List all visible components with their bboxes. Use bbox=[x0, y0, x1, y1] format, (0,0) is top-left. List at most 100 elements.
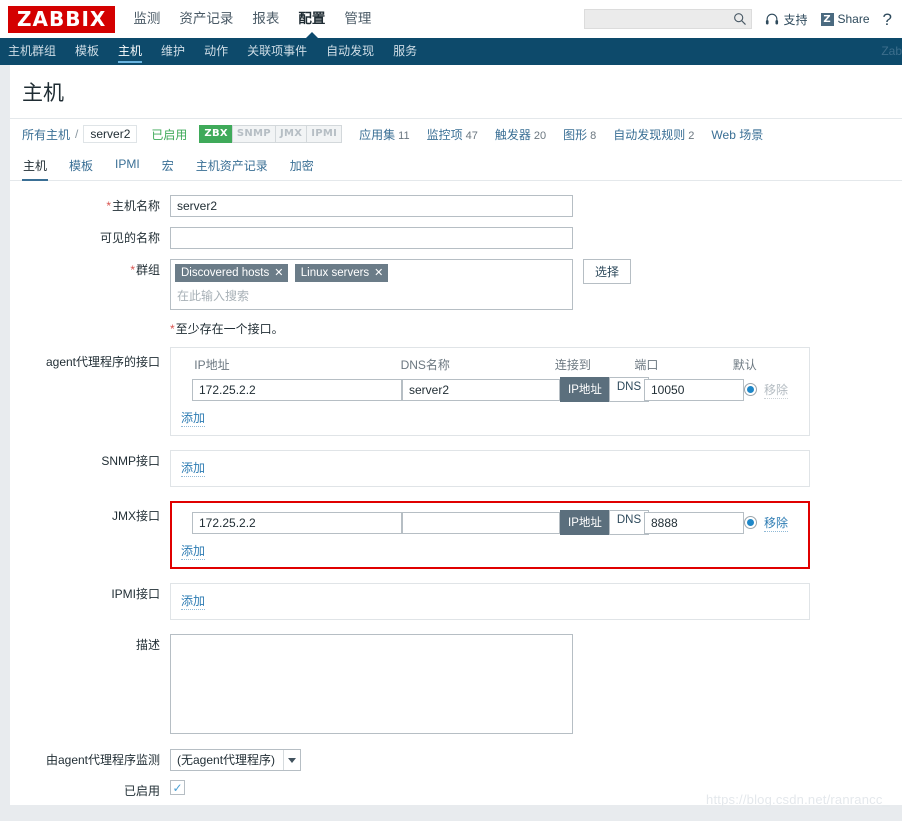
tab-ipmi[interactable]: IPMI bbox=[114, 152, 141, 180]
link-triggers-label[interactable]: 触发器 bbox=[495, 128, 531, 142]
required-marker: * bbox=[130, 263, 135, 277]
jmx-connect-ip-button[interactable]: IP地址 bbox=[560, 510, 610, 535]
agent-connect-toggle: IP地址 DNS bbox=[560, 377, 650, 402]
groups-search-placeholder[interactable]: 在此输入搜索 bbox=[175, 285, 568, 307]
agent-interface-header: IP地址 DNS名称 连接到 端口 默认 bbox=[181, 356, 799, 373]
group-chip-label: Linux servers bbox=[300, 266, 370, 279]
link-applications[interactable]: 应用集 11 bbox=[359, 126, 409, 143]
link-items-label[interactable]: 监控项 bbox=[427, 128, 463, 142]
link-web-scenarios-label[interactable]: Web 场景 bbox=[711, 128, 763, 142]
link-discovery-rules[interactable]: 自动发现规则 2 bbox=[613, 126, 694, 143]
subnav-item-services[interactable]: 服务 bbox=[393, 38, 417, 65]
snmp-add-link[interactable]: 添加 bbox=[181, 459, 206, 477]
breadcrumb-all-hosts[interactable]: 所有主机 bbox=[22, 126, 70, 143]
watermark: https://blog.csdn.net/ranrancc_ bbox=[706, 792, 890, 807]
tab-host[interactable]: 主机 bbox=[22, 152, 49, 181]
subnav-item-host-groups[interactable]: 主机群组 bbox=[8, 38, 56, 65]
link-graphs[interactable]: 图形 8 bbox=[563, 126, 596, 143]
close-icon[interactable]: ✕ bbox=[374, 266, 383, 279]
jmx-port-input[interactable] bbox=[644, 511, 744, 534]
description-textarea[interactable] bbox=[170, 634, 573, 734]
agent-connect-ip-button[interactable]: IP地址 bbox=[560, 377, 610, 402]
zabbix-logo[interactable]: ZABBIX bbox=[8, 5, 116, 33]
subnav-item-hosts[interactable]: 主机 bbox=[118, 38, 143, 65]
agent-add-link[interactable]: 添加 bbox=[181, 409, 206, 427]
chevron-down-icon[interactable] bbox=[283, 750, 300, 770]
subnav-item-correlation[interactable]: 关联项事件 bbox=[247, 38, 307, 65]
link-graphs-label[interactable]: 图形 bbox=[563, 128, 587, 142]
subnav-trailing-text: Zab bbox=[881, 44, 902, 58]
jmx-remove-link[interactable]: 移除 bbox=[764, 514, 789, 532]
header-actions: 支持 Z Share ? bbox=[584, 9, 892, 29]
help-icon[interactable]: ? bbox=[883, 11, 892, 28]
main-navigation: 监测 资产记录 报表 配置 管理 bbox=[133, 0, 371, 38]
headset-icon bbox=[766, 13, 779, 24]
enabled-checkbox[interactable]: ✓ bbox=[170, 780, 185, 795]
select-groups-button[interactable]: 选择 bbox=[583, 259, 632, 284]
agent-remove-link: 移除 bbox=[764, 382, 789, 399]
main-nav-monitoring[interactable]: 监测 bbox=[133, 0, 160, 38]
link-discovery-rules-count: 2 bbox=[688, 129, 695, 142]
jmx-add-link[interactable]: 添加 bbox=[181, 542, 206, 560]
link-discovery-rules-label[interactable]: 自动发现规则 bbox=[613, 128, 685, 142]
agent-ip-input[interactable] bbox=[192, 378, 402, 401]
agent-port-input[interactable] bbox=[644, 378, 744, 401]
link-triggers[interactable]: 触发器 20 bbox=[495, 126, 546, 143]
agent-interface-row: IP地址 DNS 移除 bbox=[181, 377, 799, 402]
drag-handle-icon[interactable] bbox=[181, 383, 192, 397]
link-web-scenarios[interactable]: Web 场景 bbox=[711, 126, 763, 143]
host-status-badge: 已启用 bbox=[151, 127, 188, 142]
jmx-default-radio[interactable] bbox=[744, 516, 757, 529]
host-name-input[interactable] bbox=[170, 195, 573, 217]
main-nav-administration[interactable]: 管理 bbox=[344, 0, 371, 38]
subnav-item-templates[interactable]: 模板 bbox=[75, 38, 99, 65]
enabled-label: 已启用 bbox=[123, 784, 160, 798]
search-input[interactable] bbox=[585, 10, 752, 28]
group-chip[interactable]: Linux servers ✕ bbox=[294, 264, 389, 282]
subnav-item-discovery[interactable]: 自动发现 bbox=[326, 38, 374, 65]
badge-zbx: ZBX bbox=[199, 125, 233, 143]
link-applications-label[interactable]: 应用集 bbox=[359, 128, 395, 142]
column-header-connect-to: 连接到 bbox=[554, 358, 591, 372]
subnav-item-maintenance[interactable]: 维护 bbox=[161, 38, 185, 65]
interface-availability-badges: ZBX SNMP JMX IPMI bbox=[199, 125, 343, 143]
search-box[interactable] bbox=[584, 9, 753, 29]
check-icon: ✓ bbox=[172, 780, 183, 795]
snmp-interface-label: SNMP接口 bbox=[101, 454, 160, 468]
jmx-ip-input[interactable] bbox=[192, 511, 402, 534]
agent-interface-label: agent代理程序的接口 bbox=[45, 355, 160, 369]
jmx-dns-input[interactable] bbox=[402, 511, 560, 534]
page-title: 主机 bbox=[22, 82, 64, 105]
proxy-select[interactable]: (无agent代理程序) bbox=[170, 749, 302, 771]
support-link[interactable]: 支持 bbox=[765, 11, 808, 28]
main-nav-inventory[interactable]: 资产记录 bbox=[179, 0, 233, 38]
main-nav-reports[interactable]: 报表 bbox=[252, 0, 279, 38]
share-label: Share bbox=[837, 12, 870, 26]
drag-handle-icon[interactable] bbox=[181, 516, 192, 530]
agent-dns-input[interactable] bbox=[402, 378, 560, 401]
groups-multiselect[interactable]: Discovered hosts ✕ Linux servers ✕ 在此输入搜… bbox=[170, 259, 573, 310]
tab-host-inventory[interactable]: 主机资产记录 bbox=[195, 152, 269, 180]
host-name-label: *主机名称 bbox=[106, 199, 160, 213]
field-snmp-interface: SNMP接口 添加 bbox=[10, 450, 902, 487]
share-link[interactable]: Z Share bbox=[820, 12, 870, 26]
ipmi-interface-label: IPMI接口 bbox=[111, 587, 160, 601]
link-graphs-count: 8 bbox=[590, 129, 597, 142]
search-icon bbox=[734, 13, 747, 25]
secondary-navigation: 主机群组 模板 主机 维护 动作 关联项事件 自动发现 服务 Zab bbox=[0, 38, 902, 65]
tab-macros[interactable]: 宏 bbox=[161, 152, 175, 180]
visible-name-input[interactable] bbox=[170, 227, 573, 249]
group-chip-label: Discovered hosts bbox=[181, 266, 270, 279]
agent-default-radio[interactable] bbox=[744, 383, 757, 396]
close-icon[interactable]: ✕ bbox=[274, 266, 283, 279]
description-label: 描述 bbox=[135, 638, 160, 652]
host-tabs: 主机 模板 IPMI 宏 主机资产记录 加密 bbox=[10, 152, 902, 181]
group-chip[interactable]: Discovered hosts ✕ bbox=[175, 264, 289, 282]
tab-templates[interactable]: 模板 bbox=[68, 152, 94, 180]
tab-encryption[interactable]: 加密 bbox=[289, 152, 315, 180]
link-items[interactable]: 监控项 47 bbox=[427, 126, 478, 143]
subnav-item-actions[interactable]: 动作 bbox=[204, 38, 228, 65]
ipmi-add-link[interactable]: 添加 bbox=[181, 592, 206, 610]
support-label: 支持 bbox=[783, 12, 808, 27]
main-nav-configuration[interactable]: 配置 bbox=[298, 0, 325, 38]
